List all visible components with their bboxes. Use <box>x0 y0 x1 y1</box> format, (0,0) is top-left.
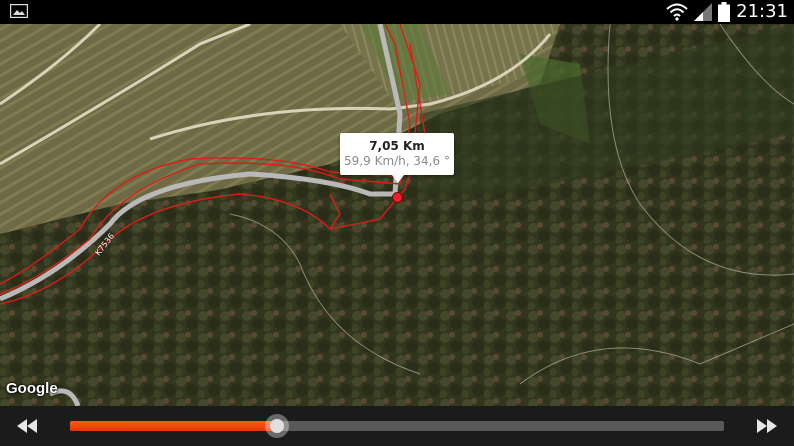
fast-forward-icon <box>757 419 777 433</box>
progress-thumb[interactable] <box>264 414 289 438</box>
status-bar: 21:31 <box>0 0 794 24</box>
battery-icon <box>718 2 731 22</box>
position-marker[interactable] <box>392 192 403 203</box>
speed-heading-label: 59,9 Km/h, 34,6 ° <box>344 154 450 168</box>
signal-icon <box>694 3 713 21</box>
map-imagery[interactable] <box>0 24 794 406</box>
progress-fill <box>70 421 277 431</box>
clock: 21:31 <box>736 1 788 22</box>
playback-bar <box>0 406 794 446</box>
info-window[interactable]: 7,05 Km 59,9 Km/h, 34,6 ° <box>340 133 454 183</box>
image-icon <box>10 4 28 18</box>
satellite-map[interactable]: K7536 7,05 Km 59,9 Km/h, 34,6 ° Google <box>0 24 794 406</box>
distance-label: 7,05 Km <box>369 139 425 153</box>
rewind-icon <box>17 419 37 433</box>
wifi-icon <box>666 3 688 21</box>
fast-forward-button[interactable] <box>756 416 778 436</box>
google-logo: Google <box>6 380 58 397</box>
progress-track[interactable] <box>70 414 724 438</box>
rewind-button[interactable] <box>16 416 38 436</box>
